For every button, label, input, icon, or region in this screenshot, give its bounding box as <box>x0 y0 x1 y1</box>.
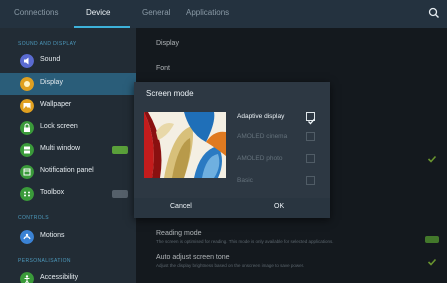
screen-mode-preview-image <box>144 112 226 178</box>
section-header-personalisation: PERSONALISATION <box>18 258 71 264</box>
sidebar-item-label: Sound <box>40 56 61 63</box>
sidebar-item-label: Motions <box>40 232 65 239</box>
sidebar-item-label: Notification panel <box>40 167 94 174</box>
search-icon[interactable] <box>427 6 441 20</box>
section-header-sound-display: SOUND AND DISPLAY <box>18 41 77 47</box>
multi-window-icon <box>20 143 34 157</box>
sidebar-item-wallpaper[interactable]: Wallpaper <box>0 95 136 117</box>
accessibility-icon <box>20 272 34 283</box>
sidebar-item-display[interactable]: Display <box>0 73 136 95</box>
speaker-icon <box>20 54 34 68</box>
sidebar-item-label: Display <box>40 79 63 86</box>
option-basic[interactable]: Basic <box>237 177 253 184</box>
sidebar-item-lock-screen[interactable]: Lock screen <box>0 117 136 139</box>
section-header-controls: CONTROLS <box>18 215 49 221</box>
sidebar-item-label: Multi window <box>40 145 81 152</box>
sidebar-item-motions[interactable]: Motions <box>0 226 136 248</box>
tab-connections[interactable]: Connections <box>14 8 58 17</box>
sidebar-item-label: Toolbox <box>40 189 65 196</box>
check-icon <box>308 118 315 125</box>
tab-applications[interactable]: Applications <box>186 8 229 17</box>
wallpaper-icon <box>20 99 34 113</box>
toolbox-toggle[interactable] <box>112 190 128 198</box>
sidebar-item-multi-window[interactable]: Multi window <box>0 139 136 161</box>
sidebar-item-accessibility[interactable]: Accessibility <box>0 268 136 283</box>
lock-icon <box>20 121 34 135</box>
adaptive-display-checkbox[interactable] <box>306 112 315 125</box>
dialog-title: Screen mode <box>146 89 194 98</box>
motion-icon <box>20 230 34 244</box>
option-amoled-cinema[interactable]: AMOLED cinema <box>237 133 287 140</box>
tab-general[interactable]: General <box>142 8 170 17</box>
notification-icon <box>20 165 34 179</box>
amoled-cinema-checkbox[interactable] <box>306 132 315 141</box>
top-tab-bar: Connections Device General Applications <box>0 0 447 28</box>
option-amoled-photo[interactable]: AMOLED photo <box>237 155 283 162</box>
option-adaptive-display[interactable]: Adaptive display <box>237 113 284 120</box>
ok-button[interactable]: OK <box>274 203 284 210</box>
basic-checkbox[interactable] <box>306 176 315 185</box>
cancel-button[interactable]: Cancel <box>170 203 192 210</box>
sidebar-item-label: Wallpaper <box>40 101 72 108</box>
toolbox-icon <box>20 187 34 201</box>
sidebar-item-toolbox[interactable]: Toolbox <box>0 183 136 205</box>
tab-device[interactable]: Device <box>86 8 110 17</box>
amoled-photo-checkbox[interactable] <box>306 154 315 163</box>
sidebar-item-label: Accessibility <box>40 274 79 281</box>
display-icon <box>20 77 34 91</box>
multi-window-toggle[interactable] <box>112 146 128 154</box>
screen-mode-dialog: Screen mode Adaptive display AMOLED cine… <box>134 82 330 218</box>
sidebar-item-notification-panel[interactable]: Notification panel <box>0 161 136 183</box>
dialog-button-bar: Cancel OK <box>134 198 330 218</box>
sidebar-item-label: Lock screen <box>40 123 78 130</box>
sidebar-item-sound[interactable]: Sound <box>0 50 136 72</box>
settings-sidebar: SOUND AND DISPLAY Sound Display Wallpape… <box>0 28 136 283</box>
